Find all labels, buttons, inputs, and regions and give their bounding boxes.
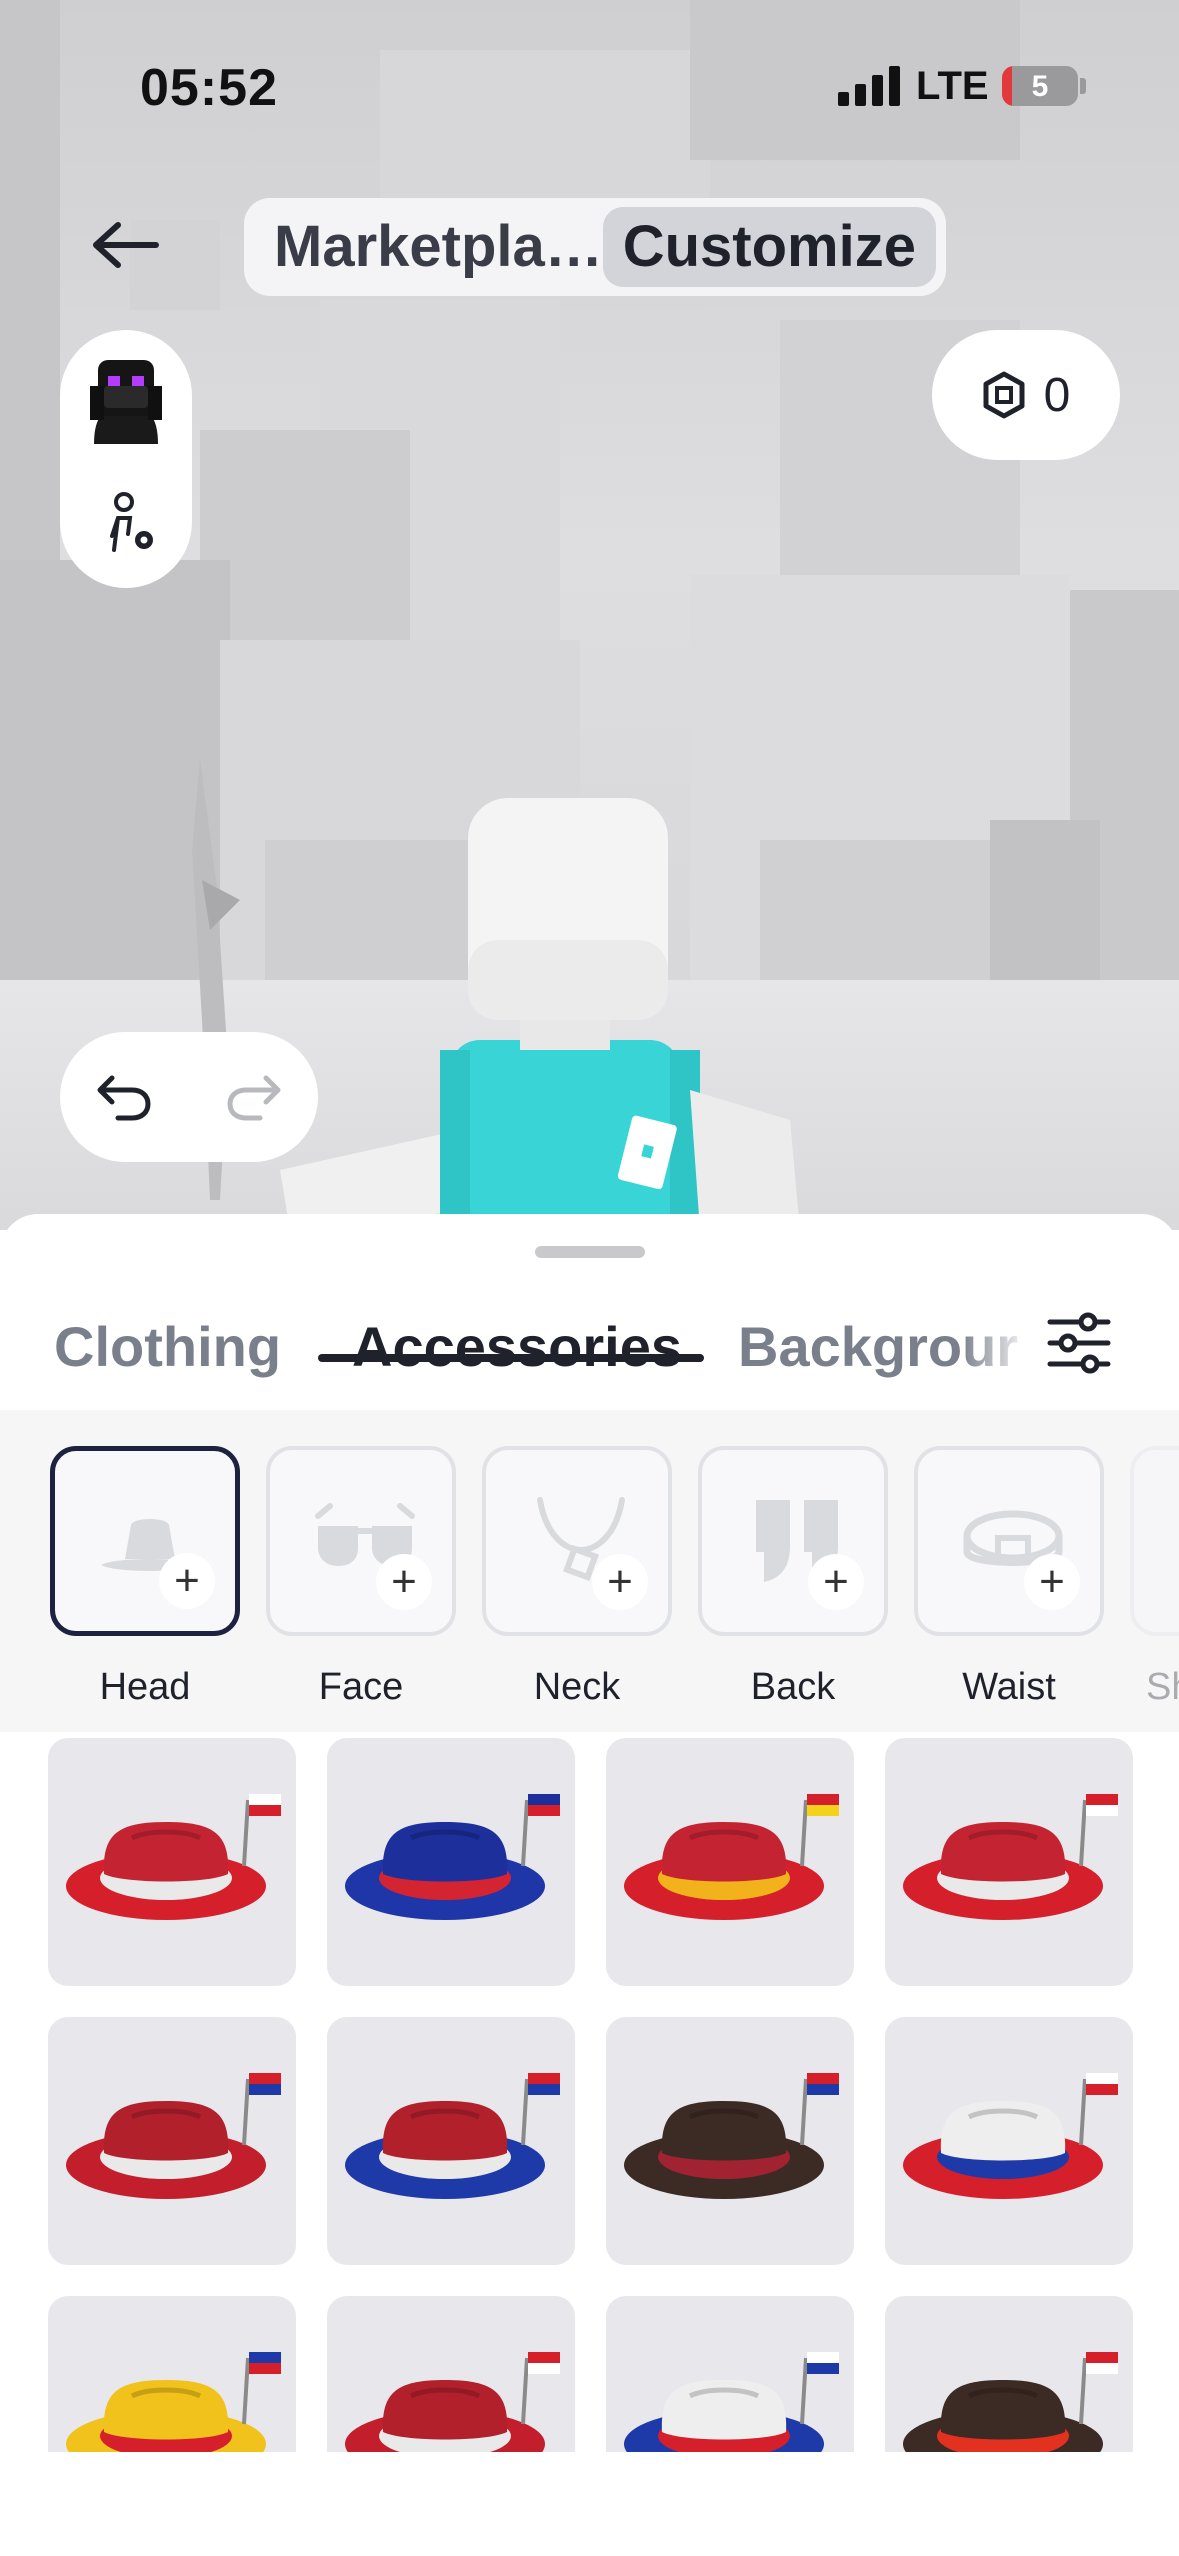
- thailand-flag: [249, 2073, 281, 2095]
- robux-icon: [983, 371, 1025, 419]
- fedora-hat-thumbnail: [624, 1794, 839, 1920]
- filter-sliders-icon[interactable]: [1046, 1310, 1112, 1376]
- redo-icon[interactable]: [226, 1072, 282, 1122]
- fedora-hat-thumbnail: [345, 2073, 560, 2199]
- chile-flag: [1086, 2073, 1118, 2095]
- tab-fade: [960, 1304, 1050, 1394]
- category-label: Sh: [1146, 1666, 1179, 1708]
- avatar-model[interactable]: [260, 790, 820, 1230]
- add-icon: +: [159, 1553, 215, 1609]
- category-label: Neck: [533, 1666, 621, 1708]
- accessory-item-tile[interactable]: [48, 1738, 296, 1986]
- scene-block: [0, 0, 60, 600]
- accessory-item-tile[interactable]: [327, 1738, 575, 1986]
- accessory-item-tile[interactable]: [885, 1738, 1133, 1986]
- battery-level: 5: [1031, 70, 1049, 103]
- fedora-hat-thumbnail: [903, 2073, 1118, 2199]
- back-button[interactable]: [80, 205, 170, 285]
- usa-flag: [807, 2073, 839, 2095]
- category-head[interactable]: + Head: [50, 1446, 240, 1709]
- undo-icon[interactable]: [96, 1072, 152, 1122]
- category-face[interactable]: + Face: [266, 1446, 456, 1709]
- battery-icon: 5: [1002, 66, 1078, 106]
- category-label: Back: [750, 1666, 836, 1708]
- avatar-settings-icon[interactable]: [100, 490, 160, 556]
- tab-accessories[interactable]: Accessories: [352, 1314, 682, 1379]
- avatar-thumbnail[interactable]: [84, 356, 168, 446]
- undo-redo-controls: [60, 1032, 318, 1162]
- accessory-category-strip: + Head + Face + Neck + Back + Waist S: [0, 1410, 1179, 1732]
- canada-flag: [1086, 2352, 1118, 2374]
- accessory-item-tile[interactable]: [885, 2017, 1133, 2265]
- sheet-footer: [0, 2452, 1179, 2556]
- robux-balance: 0: [1043, 368, 1071, 422]
- mode-switcher: Marketpla… Customize: [244, 198, 946, 296]
- robux-balance-button[interactable]: 0: [932, 330, 1120, 460]
- add-icon: +: [1024, 1554, 1080, 1610]
- fedora-hat-thumbnail: [624, 2073, 839, 2199]
- fedora-hat-thumbnail: [66, 2073, 281, 2199]
- category-waist[interactable]: + Waist: [914, 1446, 1104, 1709]
- signal-icon: [838, 64, 900, 106]
- tab-clothing[interactable]: Clothing: [54, 1314, 281, 1379]
- poland-flag: [249, 1794, 281, 1816]
- fedora-hat-thumbnail: [345, 1794, 560, 1920]
- korea-flag: [807, 2352, 839, 2374]
- tab-marketplace[interactable]: Marketpla…: [254, 207, 603, 287]
- active-tab-indicator: [318, 1354, 704, 1362]
- indonesia-flag: [528, 2352, 560, 2374]
- accessory-item-tile[interactable]: [606, 2017, 854, 2265]
- turkey-flag: [1086, 1794, 1118, 1816]
- sheet-drag-handle[interactable]: [535, 1246, 645, 1258]
- tab-customize[interactable]: Customize: [602, 207, 936, 287]
- philippines-flag: [249, 2352, 281, 2374]
- battery-tip: [1080, 78, 1086, 94]
- category-shoulder[interactable]: Sh: [1130, 1446, 1179, 1709]
- category-label: Head: [99, 1666, 191, 1708]
- add-icon: +: [808, 1554, 864, 1610]
- category-neck[interactable]: + Neck: [482, 1446, 672, 1709]
- category-label: Waist: [962, 1666, 1056, 1708]
- accessory-item-tile[interactable]: [327, 2017, 575, 2265]
- category-back[interactable]: + Back: [698, 1446, 888, 1709]
- netherlands-flag: [528, 2073, 560, 2095]
- category-label: Face: [318, 1666, 404, 1708]
- status-time: 05:52: [140, 59, 278, 117]
- add-icon: +: [592, 1554, 648, 1610]
- avatar-switcher: [60, 330, 192, 588]
- accessory-item-tile[interactable]: [48, 2017, 296, 2265]
- add-icon: +: [376, 1554, 432, 1610]
- fedora-hat-thumbnail: [903, 1794, 1118, 1920]
- arrow-left-icon: [93, 222, 159, 268]
- fedora-hat-thumbnail: [66, 1794, 281, 1920]
- accessory-item-tile[interactable]: [606, 1738, 854, 1986]
- australia-flag: [528, 1794, 560, 1816]
- china-flag: [807, 1794, 839, 1816]
- network-type: LTE: [916, 64, 989, 108]
